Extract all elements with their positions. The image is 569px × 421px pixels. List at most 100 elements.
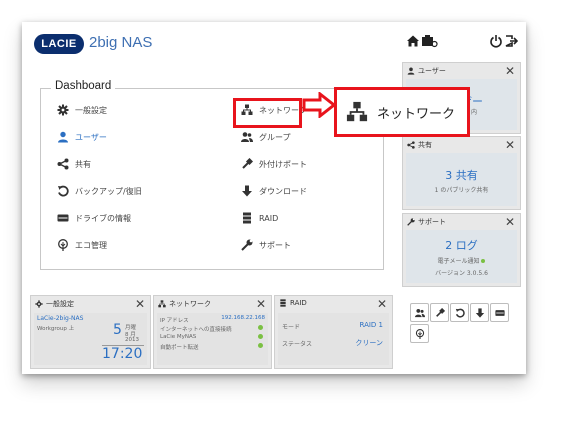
- quick-backup-button[interactable]: [450, 303, 469, 322]
- dashboard-item-general[interactable]: 一般設定: [57, 103, 107, 117]
- eco-icon: [415, 328, 424, 339]
- dashboard-item-drive-info[interactable]: ドライブの情報: [57, 211, 131, 225]
- support-icon: [407, 218, 415, 226]
- close-icon[interactable]: ✕: [256, 297, 266, 311]
- close-icon[interactable]: ✕: [135, 297, 145, 311]
- close-icon[interactable]: ✕: [505, 215, 515, 229]
- network-panel[interactable]: ネットワーク ✕ IP アドレス 192.168.22.168 インターネットへ…: [153, 295, 272, 369]
- gear-icon: [57, 104, 69, 116]
- raid-panel-title: RAID: [290, 299, 307, 307]
- app-title: 2big NAS: [89, 34, 153, 51]
- callout-arrow-icon: [302, 92, 336, 118]
- shares-panel-header: 共有: [407, 140, 432, 150]
- general-panel-header: 一般設定: [35, 299, 74, 309]
- dashboard-item-external-ports[interactable]: 外付けポート: [241, 157, 307, 171]
- shares-panel-body: 3 共有 1 のパブリック共有: [406, 153, 517, 206]
- dashboard-legend: Dashboard: [51, 80, 116, 92]
- quick-download-button[interactable]: [470, 303, 489, 322]
- status-dot: [481, 259, 486, 263]
- app-window: LACIE 2big NAS Dashboard 一般設定 ネットワーク ユーザ…: [22, 22, 526, 374]
- shares-count: 3 共有: [445, 169, 478, 182]
- gear-icon: [35, 300, 43, 308]
- network-icon: [158, 300, 166, 308]
- dashboard-item-label: ダウンロード: [259, 186, 307, 196]
- network-panel-body: IP アドレス 192.168.22.168 インターネットへの直接接続 LaC…: [157, 313, 268, 365]
- mynas-label: LaCie MyNAS: [160, 334, 197, 340]
- nas-device-icon[interactable]: [421, 34, 439, 48]
- workgroup-text: Workgroup 上: [37, 326, 75, 332]
- device-name: LaCie-2big-NAS: [37, 315, 84, 322]
- support-icon: [241, 239, 253, 251]
- quick-external-ports-button[interactable]: [430, 303, 449, 322]
- general-settings-panel[interactable]: 一般設定 ✕ LaCie-2big-NAS Workgroup 上 5 月曜 8…: [30, 295, 151, 369]
- general-panel-title: 一般設定: [46, 300, 74, 308]
- dashboard-item-raid[interactable]: RAID: [241, 211, 278, 225]
- download-icon: [241, 185, 253, 197]
- dashboard-item-backup[interactable]: バックアップ/復旧: [57, 184, 142, 198]
- close-icon[interactable]: ✕: [505, 138, 515, 152]
- support-panel-body: 2 ログ 電子メール通知 バージョン 3.0.5.6: [406, 230, 517, 283]
- quick-groups-button[interactable]: [410, 303, 429, 322]
- usb-icon: [435, 307, 445, 317]
- support-version: バージョン 3.0.5.6: [435, 270, 488, 277]
- raid-panel-header: RAID: [279, 299, 307, 307]
- close-icon[interactable]: ✕: [505, 64, 515, 78]
- share-icon: [57, 158, 69, 170]
- close-icon[interactable]: ✕: [377, 297, 387, 311]
- raid-panel-body: モード RAID 1 ステータス クリーン: [278, 313, 389, 365]
- raid-mode-value: RAID 1: [359, 321, 383, 329]
- share-icon: [407, 141, 415, 149]
- dashboard-item-label: RAID: [259, 213, 279, 223]
- shares-panel[interactable]: 共有 ✕ 3 共有 1 のパブリック共有: [402, 136, 521, 210]
- dashboard-item-label: 外付けポート: [259, 159, 307, 169]
- dashboard-item-label: バックアップ/復旧: [75, 186, 142, 196]
- drive-icon: [494, 309, 505, 316]
- users-panel-title: ユーザー: [418, 67, 446, 75]
- network-panel-title: ネットワーク: [169, 300, 211, 308]
- raid-icon: [241, 212, 253, 224]
- ip-address: 192.168.22.168: [221, 315, 265, 321]
- dashboard-item-download[interactable]: ダウンロード: [241, 184, 307, 198]
- status-dot: [258, 334, 263, 339]
- drive-icon: [57, 212, 69, 224]
- callout-label: ネットワーク: [377, 106, 456, 122]
- quick-drive-info-button[interactable]: [490, 303, 509, 322]
- user-icon: [57, 131, 69, 143]
- logout-icon[interactable]: [504, 34, 518, 48]
- network-highlight: [233, 98, 302, 128]
- shares-subtext: 1 のパブリック共有: [434, 187, 489, 194]
- users-subtext: 内: [471, 109, 478, 116]
- raid-status-label: ステータス: [282, 341, 313, 348]
- support-panel[interactable]: サポート ✕ 2 ログ 電子メール通知 バージョン 3.0.5.6: [402, 213, 521, 287]
- home-icon[interactable]: [406, 34, 420, 48]
- support-log-count: 2 ログ: [445, 239, 478, 252]
- quick-eco-button[interactable]: [410, 324, 429, 343]
- eco-icon: [57, 239, 69, 251]
- dashboard-item-label: ドライブの情報: [75, 213, 131, 223]
- port-forward-label: 自動ポート転送: [160, 345, 199, 351]
- network-panel-header: ネットワーク: [158, 299, 211, 309]
- raid-icon: [280, 299, 286, 307]
- dashboard-item-label: 一般設定: [75, 105, 107, 115]
- power-icon[interactable]: [489, 34, 503, 48]
- group-icon: [241, 131, 253, 143]
- support-panel-header: サポート: [407, 217, 446, 227]
- dashboard-item-support[interactable]: サポート: [241, 238, 291, 252]
- raid-mode-label: モード: [282, 324, 301, 331]
- status-dot: [258, 325, 263, 330]
- dashboard-item-label: グループ: [259, 132, 291, 142]
- dashboard-item-shares[interactable]: 共有: [57, 157, 91, 171]
- support-email-notice: 電子メール通知: [406, 256, 517, 265]
- shares-panel-title: 共有: [418, 141, 432, 149]
- date-year: 2013: [125, 337, 139, 343]
- dashboard-item-label: サポート: [259, 240, 291, 250]
- dashboard-item-groups[interactable]: グループ: [241, 130, 291, 144]
- dashboard-item-users[interactable]: ユーザー: [57, 130, 107, 144]
- date-day: 5: [113, 322, 122, 338]
- status-dot: [258, 343, 263, 348]
- ip-label: IP アドレス: [160, 318, 189, 324]
- dashboard-item-eco[interactable]: エコ管理: [57, 238, 107, 252]
- dashboard-item-label: エコ管理: [75, 240, 107, 250]
- support-panel-title: サポート: [418, 218, 446, 226]
- raid-panel[interactable]: RAID ✕ モード RAID 1 ステータス クリーン: [274, 295, 393, 369]
